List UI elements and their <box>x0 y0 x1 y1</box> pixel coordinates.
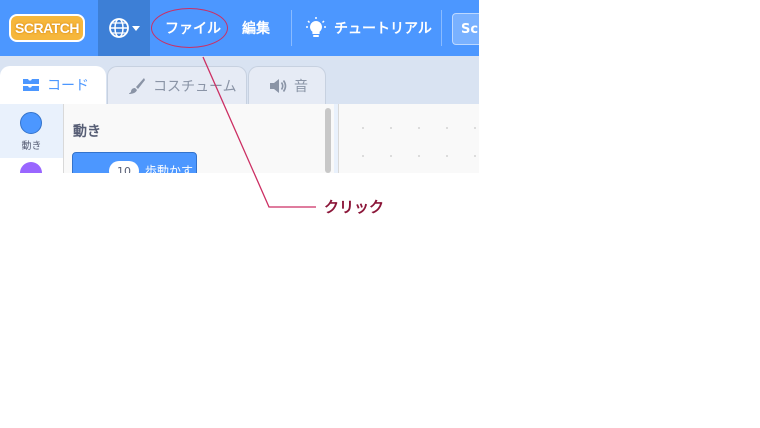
script-workspace[interactable] <box>338 104 479 173</box>
menu-bar: SCRATCH ファイル 編集 チュートリアル Sc <box>0 0 479 56</box>
menu-divider <box>291 10 292 46</box>
move-steps-block[interactable]: 10 歩動かす <box>72 152 197 173</box>
category-menu: 動き <box>0 104 64 173</box>
lightbulb-icon <box>306 17 326 37</box>
menu-divider <box>441 10 442 46</box>
tab-sounds-label: 音 <box>294 78 308 95</box>
block-palette: 動き 10 歩動かす <box>64 104 334 173</box>
language-menu[interactable] <box>98 0 150 56</box>
tab-sounds[interactable]: 音 <box>248 66 326 104</box>
move-steps-label: 歩動かす <box>145 164 194 173</box>
tutorial-menu-label: チュートリアル <box>334 21 432 37</box>
edit-menu-label: 編集 <box>242 21 270 37</box>
file-menu-highlight-circle <box>151 8 228 48</box>
paintbrush-icon <box>129 77 145 94</box>
tutorial-menu[interactable]: チュートリアル <box>306 0 432 56</box>
code-blocks-icon <box>23 79 39 91</box>
project-title-input[interactable]: Sc <box>452 13 479 45</box>
motion-category-icon <box>20 112 42 134</box>
scratch-editor-crop: SCRATCH ファイル 編集 チュートリアル Sc コード コスチューム 音 … <box>0 0 479 173</box>
tab-code-label: コード <box>47 78 89 94</box>
globe-icon <box>109 18 140 38</box>
looks-category-icon[interactable] <box>20 162 42 173</box>
category-motion[interactable]: 動き <box>0 104 63 158</box>
tab-code[interactable]: コード <box>0 66 106 104</box>
tab-costumes[interactable]: コスチューム <box>107 66 247 104</box>
palette-scrollbar[interactable] <box>325 108 331 173</box>
category-motion-label: 動き <box>21 141 42 152</box>
speaker-icon <box>270 78 287 93</box>
click-annotation: クリック <box>324 198 385 216</box>
scratch-logo[interactable]: SCRATCH <box>9 14 85 42</box>
edit-menu[interactable]: 編集 <box>242 0 270 56</box>
steps-input[interactable]: 10 <box>109 161 139 173</box>
palette-section-title: 動き <box>73 124 101 140</box>
tab-costumes-label: コスチューム <box>153 78 237 95</box>
